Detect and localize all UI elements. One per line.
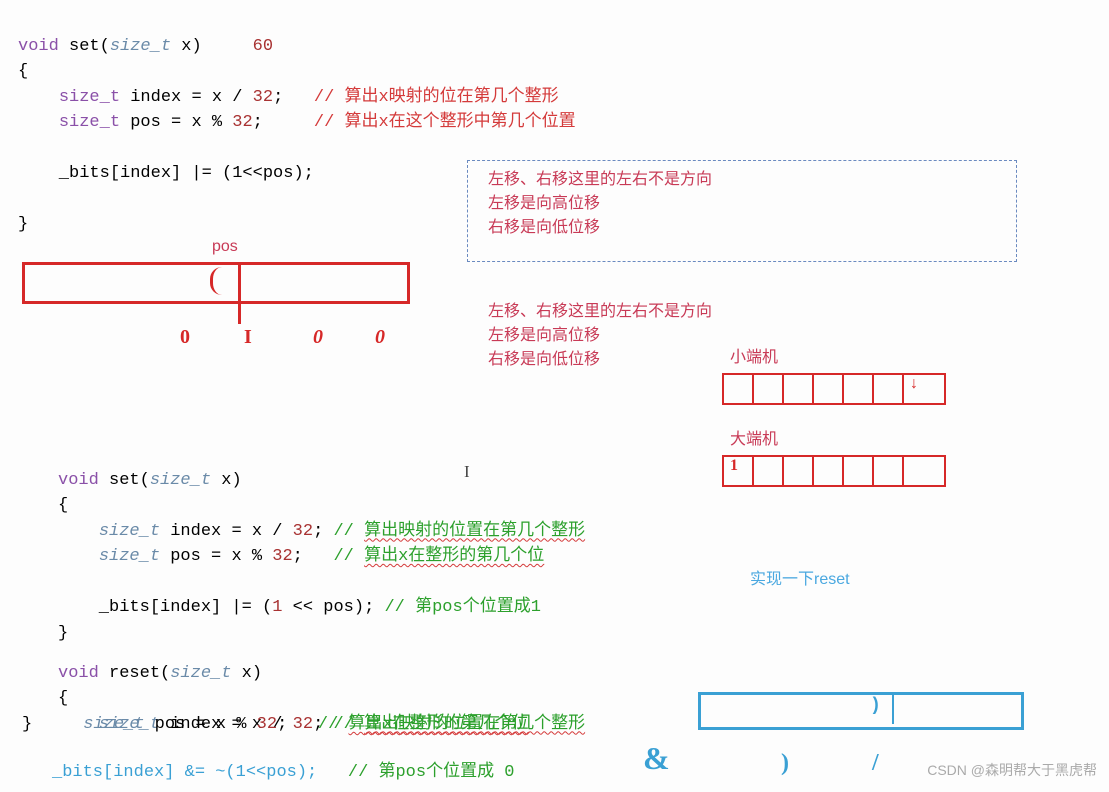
reset-divider — [892, 694, 894, 724]
big-endian-cells — [722, 455, 946, 487]
reset-rect — [698, 692, 1024, 730]
code-block-3b: } size_t pos = x % 32; // 算出x在整形的第几个位 — [22, 712, 529, 738]
bit-divider — [238, 262, 241, 324]
hand-digit-1: I — [244, 326, 252, 349]
hand-digit-3: 0 — [375, 326, 385, 349]
shift-note-1: 左移、右移这里的左右不是方向 左移是向高位移 右移是向低位移 — [488, 168, 712, 240]
hand-bit2: / — [872, 750, 879, 777]
little-endian-label: 小端机 — [730, 346, 778, 370]
text-cursor: I — [464, 462, 470, 482]
pos-label: pos — [212, 235, 238, 259]
shift-note-2: 左移、右移这里的左右不是方向 左移是向高位移 右移是向低位移 — [488, 300, 712, 372]
hand-digit-2: 0 — [313, 326, 323, 349]
hand-bit1: ) — [781, 750, 789, 777]
watermark: CSDN @森明帮大于黑虎帮 — [927, 760, 1097, 780]
hand-amp: & — [643, 740, 670, 777]
code-block-3c: _bits[index] &= ~(1<<pos); // 第pos个位置成 0 — [52, 760, 515, 786]
big-endian-label: 大端机 — [730, 428, 778, 452]
reset-hint: 实现一下reset — [750, 565, 850, 589]
big-endian-mark: 1 — [730, 457, 738, 475]
little-endian-mark: ↓ — [910, 375, 918, 393]
code-block-2: void set(size_t x) { size_t index = x / … — [58, 442, 585, 646]
paren-mark — [210, 267, 231, 295]
hand-digit-0: 0 — [180, 326, 190, 349]
reset-mark-1: ) — [870, 696, 881, 716]
